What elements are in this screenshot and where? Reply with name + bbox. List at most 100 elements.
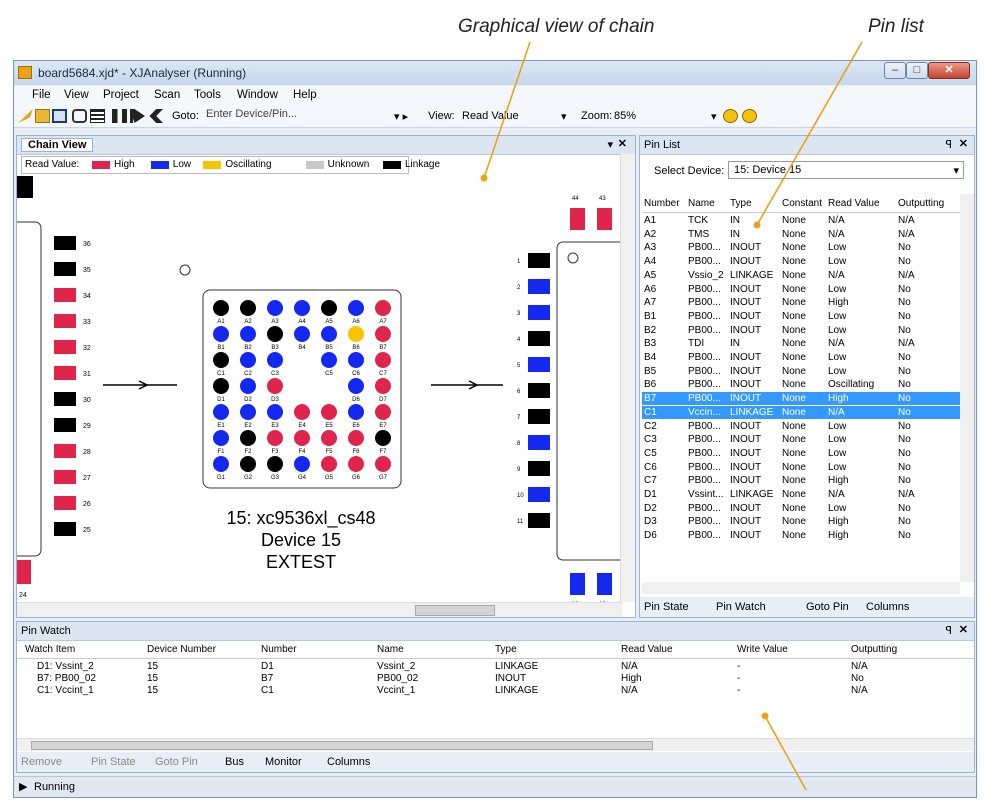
pin-list-vertical-scrollbar[interactable] <box>960 194 974 582</box>
table-row[interactable]: B6 PB00... INOUT None Oscillating No <box>642 378 960 391</box>
left-pin-28[interactable] <box>54 444 76 458</box>
column-header[interactable]: Name <box>688 198 715 209</box>
menu-scan[interactable]: Scan <box>154 89 180 101</box>
columns-button[interactable]: Columns <box>327 756 370 768</box>
ball-B7[interactable] <box>375 326 391 342</box>
watch-horizontal-scrollbar[interactable] <box>17 738 974 751</box>
right-pin-6[interactable] <box>528 383 550 398</box>
bottom-pin-12[interactable] <box>570 573 585 595</box>
column-header[interactable]: Constant <box>782 198 822 209</box>
left-pin-35[interactable] <box>54 262 76 276</box>
open-folder-icon[interactable] <box>35 109 50 123</box>
menu-window[interactable]: Window <box>237 89 278 101</box>
vertical-scrollbar[interactable] <box>620 154 635 602</box>
right-pin-1[interactable] <box>528 253 550 268</box>
ball-E7[interactable] <box>375 404 391 420</box>
right-pin-4[interactable] <box>528 331 550 346</box>
close-icon[interactable]: ✕ <box>959 137 968 150</box>
ball-D3[interactable] <box>267 378 283 394</box>
top-pin-44[interactable] <box>570 208 585 230</box>
column-header[interactable]: Read Value <box>621 644 673 655</box>
ball-A6[interactable] <box>348 300 364 316</box>
table-row[interactable]: A5 Vssio_2 LINKAGE None N/A N/A <box>642 269 960 282</box>
ball-A7[interactable] <box>375 300 391 316</box>
menu-help[interactable]: Help <box>293 89 317 101</box>
ball-B3[interactable] <box>267 326 283 342</box>
right-pin-9[interactable] <box>528 461 550 476</box>
right-pin-3[interactable] <box>528 305 550 320</box>
remove-button[interactable]: Remove <box>21 756 62 768</box>
right-pin-2[interactable] <box>528 279 550 294</box>
bus-button[interactable]: Bus <box>225 756 244 768</box>
right-pin-5[interactable] <box>528 357 550 372</box>
right-pin-7[interactable] <box>528 409 550 424</box>
pin-icon[interactable]: ꟼ <box>945 138 952 151</box>
menu-project[interactable]: Project <box>103 89 139 101</box>
right-pin-10[interactable] <box>528 487 550 502</box>
scroll-thumb[interactable] <box>415 605 495 616</box>
ball-A3[interactable] <box>267 300 283 316</box>
pin-list-horizontal-scrollbar[interactable] <box>642 582 960 594</box>
ball-C1[interactable] <box>213 352 229 368</box>
ball-G1[interactable] <box>213 456 229 472</box>
column-header[interactable]: Read Value <box>828 198 880 209</box>
ball-E6[interactable] <box>348 404 364 420</box>
ball-G7[interactable] <box>375 456 391 472</box>
table-row[interactable]: C6 PB00... INOUT None Low No <box>642 461 960 474</box>
maximize-button[interactable]: □ <box>906 62 928 79</box>
menu-tools[interactable]: Tools <box>194 89 221 101</box>
table-row[interactable]: A2 TMS IN None N/A N/A <box>642 228 960 241</box>
ball-F5[interactable] <box>321 430 337 446</box>
columns-button[interactable]: Columns <box>866 601 909 613</box>
right-pin-8[interactable] <box>528 435 550 450</box>
view-select[interactable]: Read Value <box>462 110 519 122</box>
goto-prev-icon[interactable]: ▾ ▸ <box>394 110 408 123</box>
ball-E4[interactable] <box>294 404 310 420</box>
column-header[interactable]: Write Value <box>737 644 788 655</box>
table-row[interactable]: B7 PB00... INOUT None High No <box>642 392 960 406</box>
table-row[interactable]: D3 PB00... INOUT None High No <box>642 515 960 528</box>
ball-A5[interactable] <box>321 300 337 316</box>
left-pin-33[interactable] <box>54 314 76 328</box>
zoom-select[interactable]: 85% <box>614 110 636 122</box>
left-pin-30[interactable] <box>54 392 76 406</box>
ball-C3[interactable] <box>267 352 283 368</box>
close-icon[interactable]: ✕ <box>618 137 627 150</box>
ball-G4[interactable] <box>294 456 310 472</box>
ball-D1[interactable] <box>213 378 229 394</box>
ball-G5[interactable] <box>321 456 337 472</box>
ball-F1[interactable] <box>213 430 229 446</box>
table-row[interactable]: C2 PB00... INOUT None Low No <box>642 420 960 433</box>
table-row[interactable]: B2 PB00... INOUT None Low No <box>642 324 960 337</box>
list-icon[interactable] <box>90 109 105 123</box>
close-window-button[interactable]: ✕ <box>928 62 970 79</box>
ball-G6[interactable] <box>348 456 364 472</box>
ball-D6[interactable] <box>348 378 364 394</box>
bottom-pin-13[interactable] <box>597 573 612 595</box>
left-device[interactable] <box>17 221 42 557</box>
ball-A1[interactable] <box>213 300 229 316</box>
table-row[interactable]: C7 PB00... INOUT None High No <box>642 474 960 487</box>
table-row[interactable]: D6 PB00... INOUT None High No <box>642 529 960 542</box>
ball-C5[interactable] <box>321 352 337 368</box>
ball-F6[interactable] <box>348 430 364 446</box>
chevron-down-icon[interactable]: ▾ <box>561 110 567 123</box>
ball-E2[interactable] <box>240 404 256 420</box>
table-row[interactable]: A6 PB00... INOUT None Low No <box>642 283 960 296</box>
ball-B2[interactable] <box>240 326 256 342</box>
wand-icon[interactable] <box>18 109 33 123</box>
ball-C6[interactable] <box>348 352 364 368</box>
ball-D2[interactable] <box>240 378 256 394</box>
table-row[interactable]: C5 PB00... INOUT None Low No <box>642 447 960 460</box>
right-device[interactable] <box>556 241 622 561</box>
device-select[interactable]: 15: Device 15 ▾ <box>728 161 964 179</box>
ball-C2[interactable] <box>240 352 256 368</box>
ball-G3[interactable] <box>267 456 283 472</box>
left-pin-32[interactable] <box>54 340 76 354</box>
table-row[interactable]: B3 TDI IN None N/A N/A <box>642 337 960 350</box>
pin-state-button[interactable]: Pin State <box>91 756 136 768</box>
pin-icon[interactable]: ꟼ <box>945 624 952 637</box>
table-row[interactable]: D2 PB00... INOUT None Low No <box>642 502 960 515</box>
goto-input[interactable]: Enter Device/Pin... <box>206 108 386 120</box>
chevron-down-icon[interactable]: ▾ <box>607 138 613 151</box>
